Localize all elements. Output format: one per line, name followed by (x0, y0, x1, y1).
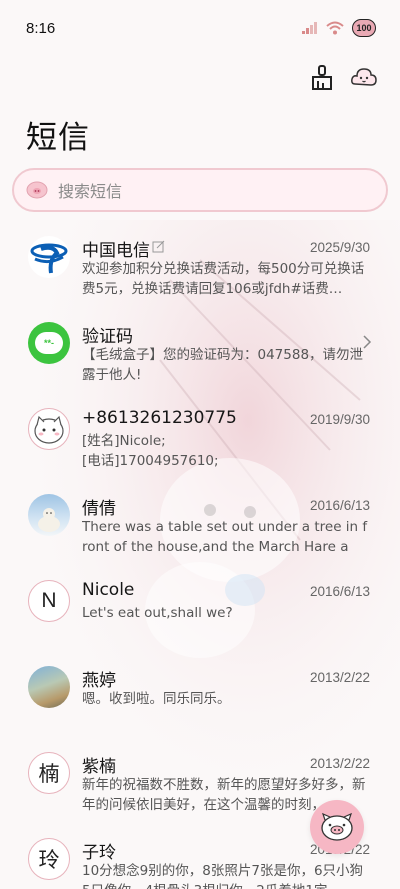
theme-button[interactable] (350, 64, 378, 92)
message-item-yanting[interactable]: 燕婷 2013/2/22 嗯。收到啦。同乐同乐。 (0, 656, 400, 742)
status-time: 8:16 (26, 19, 56, 37)
message-preview: 欢迎参加积分兑换话费活动，每500分可兑换话费5元，兑换话费请回复106或jfd… (82, 261, 365, 297)
new-message-button[interactable] (310, 800, 364, 854)
message-preview: 10分想念9别的你，8张照片7张是你，6只小狗5只像你，4根骨头3根归你，2瓜着… (82, 863, 364, 889)
message-preview: [姓名]Nicole; [电话]17004957610; (82, 433, 219, 469)
battery-level: 100 (356, 23, 372, 33)
message-preview: Let's eat out,shall we? (82, 605, 233, 621)
avatar-letter: 玲 (38, 848, 60, 872)
clean-button[interactable] (308, 64, 336, 92)
broom-icon (312, 65, 332, 90)
top-actions (308, 64, 378, 92)
message-sender: Nicole (82, 580, 135, 600)
message-sender: 子玲 (82, 843, 116, 863)
message-sender: 燕婷 (82, 671, 116, 691)
pig-search-icon (26, 181, 48, 199)
edit-icon (152, 240, 165, 253)
letter-avatar: 楠 (28, 752, 70, 794)
message-sender: 验证码 (82, 327, 133, 347)
message-list: 中国电信 2025/9/30 欢迎参加积分兑换话费活动，每500分可兑换话费5元… (0, 226, 400, 889)
message-date: 2013/2/22 (309, 670, 370, 685)
battery-icon: 100 (352, 19, 376, 37)
avatar-letter: N (41, 589, 57, 612)
message-sender: 紫楠 (82, 757, 116, 777)
verification-icon: **- (28, 322, 70, 364)
pig-face-icon (321, 812, 353, 841)
message-item-verification[interactable]: **- 验证码 【毛绒盒子】您的验证码为：047588，请勿泄露于他人! (0, 312, 400, 398)
message-date: 2019/9/30 (309, 412, 370, 427)
search-input[interactable]: 搜索短信 (12, 168, 388, 212)
message-preview: There was a table set out under a tree i… (82, 519, 368, 555)
letter-avatar: 玲 (28, 838, 70, 880)
status-icons: 100 (302, 19, 376, 37)
message-item-china-telecom[interactable]: 中国电信 2025/9/30 欢迎参加积分兑换话费活动，每500分可兑换话费5元… (0, 226, 400, 312)
message-sender: 倩倩 (82, 499, 116, 519)
china-telecom-logo (28, 236, 70, 278)
signal-icon (302, 22, 317, 34)
cloud-face-icon (351, 68, 377, 86)
verification-icon-text: **- (43, 338, 54, 348)
message-sender: +8613261230775 (82, 408, 237, 428)
message-preview: 【毛绒盒子】您的验证码为：047588，请勿泄露于他人! (82, 347, 364, 383)
avatar-letter: 楠 (38, 762, 60, 786)
wifi-icon (326, 21, 344, 35)
photo-avatar-polar-bear (28, 494, 70, 536)
message-item-phone[interactable]: +8613261230775 2019/9/30 [姓名]Nicole; [电话… (0, 398, 400, 484)
message-item-qianqian[interactable]: 倩倩 2016/6/13 There was a table set out u… (0, 484, 400, 570)
status-bar: 8:16 100 (0, 0, 400, 56)
message-item-nicole[interactable]: N Nicole 2016/6/13 Let's eat out,shall w… (0, 570, 400, 656)
message-preview: 嗯。收到啦。同乐同乐。 (82, 691, 231, 707)
letter-avatar: N (28, 580, 70, 622)
search-placeholder: 搜索短信 (58, 182, 123, 201)
message-date: 2025/9/30 (309, 240, 370, 255)
page-title: 短信 (26, 120, 90, 156)
message-date: 2016/6/13 (309, 584, 370, 599)
photo-avatar-landscape (28, 666, 70, 708)
message-date: 2013/2/22 (309, 756, 370, 771)
message-date: 2016/6/13 (309, 498, 370, 513)
cartoon-cat-avatar (28, 408, 70, 450)
message-sender: 中国电信 (82, 241, 150, 261)
